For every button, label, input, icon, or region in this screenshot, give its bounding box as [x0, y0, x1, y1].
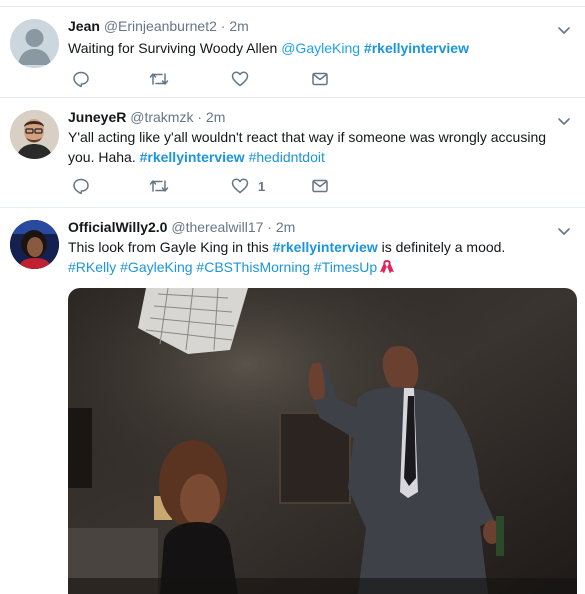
text-plain: This look from Gayle King in this	[68, 239, 273, 255]
dm-button[interactable]	[311, 70, 329, 90]
chevron-down-icon[interactable]	[557, 114, 571, 128]
display-name[interactable]: OfficialWilly2.0	[68, 219, 167, 235]
display-name[interactable]: Jean	[68, 18, 100, 34]
envelope-icon	[312, 179, 328, 193]
like-button[interactable]	[231, 70, 249, 90]
chevron-down-icon[interactable]	[557, 224, 571, 238]
hashtag-link[interactable]: #hedidntdoit	[249, 149, 325, 165]
tweet-header: JuneyeR @trakmzk · 2m	[68, 109, 225, 125]
tweet-text: Waiting for Surviving Woody Allen @Gayle…	[68, 38, 568, 58]
tweet-3[interactable]: OfficialWilly2.0 @therealwill17 · 2m Thi…	[0, 208, 585, 594]
chevron-down-icon[interactable]	[557, 23, 571, 37]
hashtag-link[interactable]: #rkellyinterview	[140, 149, 245, 165]
interview-photo	[68, 288, 577, 594]
mention-link[interactable]: @GayleKing	[281, 40, 360, 56]
hashtag-link[interactable]: #rkellyinterview	[364, 40, 469, 56]
retweet-button[interactable]	[149, 177, 169, 197]
tweet-2[interactable]: JuneyeR @trakmzk · 2m Y'all acting like …	[0, 98, 585, 208]
retweet-icon	[149, 180, 169, 192]
text-line-1: This look from Gayle King in this #rkell…	[68, 237, 568, 257]
ribbon-emoji	[380, 260, 395, 274]
avatar-default[interactable]	[10, 19, 59, 68]
tweet-text: This look from Gayle King in this #rkell…	[68, 237, 568, 277]
hashtag-link[interactable]: #TimesUp	[314, 259, 377, 275]
tweet-text: Y'all acting like y'all wouldn't react t…	[68, 127, 568, 167]
separator: ·	[220, 18, 226, 34]
user-photo	[10, 220, 59, 269]
handle[interactable]: @trakmzk	[130, 109, 193, 125]
text-plain: Waiting for Surviving Woody Allen	[68, 40, 282, 56]
user-photo	[10, 110, 59, 159]
envelope-icon	[312, 72, 328, 86]
hashtag-link[interactable]: #GayleKing	[120, 259, 192, 275]
handle[interactable]: @therealwill17	[171, 219, 263, 235]
default-user-icon	[18, 29, 51, 65]
tweet-photo[interactable]	[68, 288, 577, 594]
tweet-actions	[68, 70, 368, 90]
heart-icon	[231, 178, 249, 194]
timestamp[interactable]: 2m	[206, 109, 225, 125]
like-button[interactable]: 1	[231, 177, 291, 197]
retweet-icon	[149, 73, 169, 85]
retweet-button[interactable]	[149, 70, 169, 90]
text-line-1: Y'all acting like y'all wouldn't react t…	[68, 129, 547, 145]
text-plain: is definitely a mood.	[377, 239, 506, 255]
like-count: 1	[258, 179, 266, 194]
tweet-header: Jean @Erinjeanburnet2 · 2m	[68, 18, 249, 34]
separator: ·	[267, 219, 272, 235]
text-plain: you. Haha.	[68, 149, 140, 165]
heart-icon	[231, 71, 249, 87]
text-line-2: you. Haha. #rkellyinterview #hedidntdoit	[68, 147, 568, 167]
hashtag-link[interactable]: #rkellyinterview	[273, 239, 378, 255]
timestamp[interactable]: 2m	[229, 18, 248, 34]
hashtag-link[interactable]: #CBSThisMorning	[196, 259, 310, 275]
separator: ·	[197, 109, 203, 125]
avatar-officialwilly[interactable]	[10, 220, 59, 269]
reply-button[interactable]	[72, 70, 90, 90]
tweet-actions: 1	[68, 177, 368, 197]
tweet-1[interactable]: Jean @Erinjeanburnet2 · 2m Waiting for S…	[0, 6, 585, 98]
text-line-2: #RKelly #GayleKing #CBSThisMorning #Time…	[68, 257, 568, 277]
display-name[interactable]: JuneyeR	[68, 109, 126, 125]
tweet-feed: Jean @Erinjeanburnet2 · 2m Waiting for S…	[0, 0, 585, 594]
handle[interactable]: @Erinjeanburnet2	[104, 18, 217, 34]
avatar-juneyer[interactable]	[10, 110, 59, 159]
reply-button[interactable]	[72, 177, 90, 197]
reply-icon	[73, 178, 89, 195]
hashtag-link[interactable]: #RKelly	[68, 259, 116, 275]
reply-icon	[73, 71, 89, 88]
dm-button[interactable]	[311, 177, 329, 197]
timestamp[interactable]: 2m	[276, 219, 295, 235]
tweet-header: OfficialWilly2.0 @therealwill17 · 2m	[68, 219, 295, 235]
